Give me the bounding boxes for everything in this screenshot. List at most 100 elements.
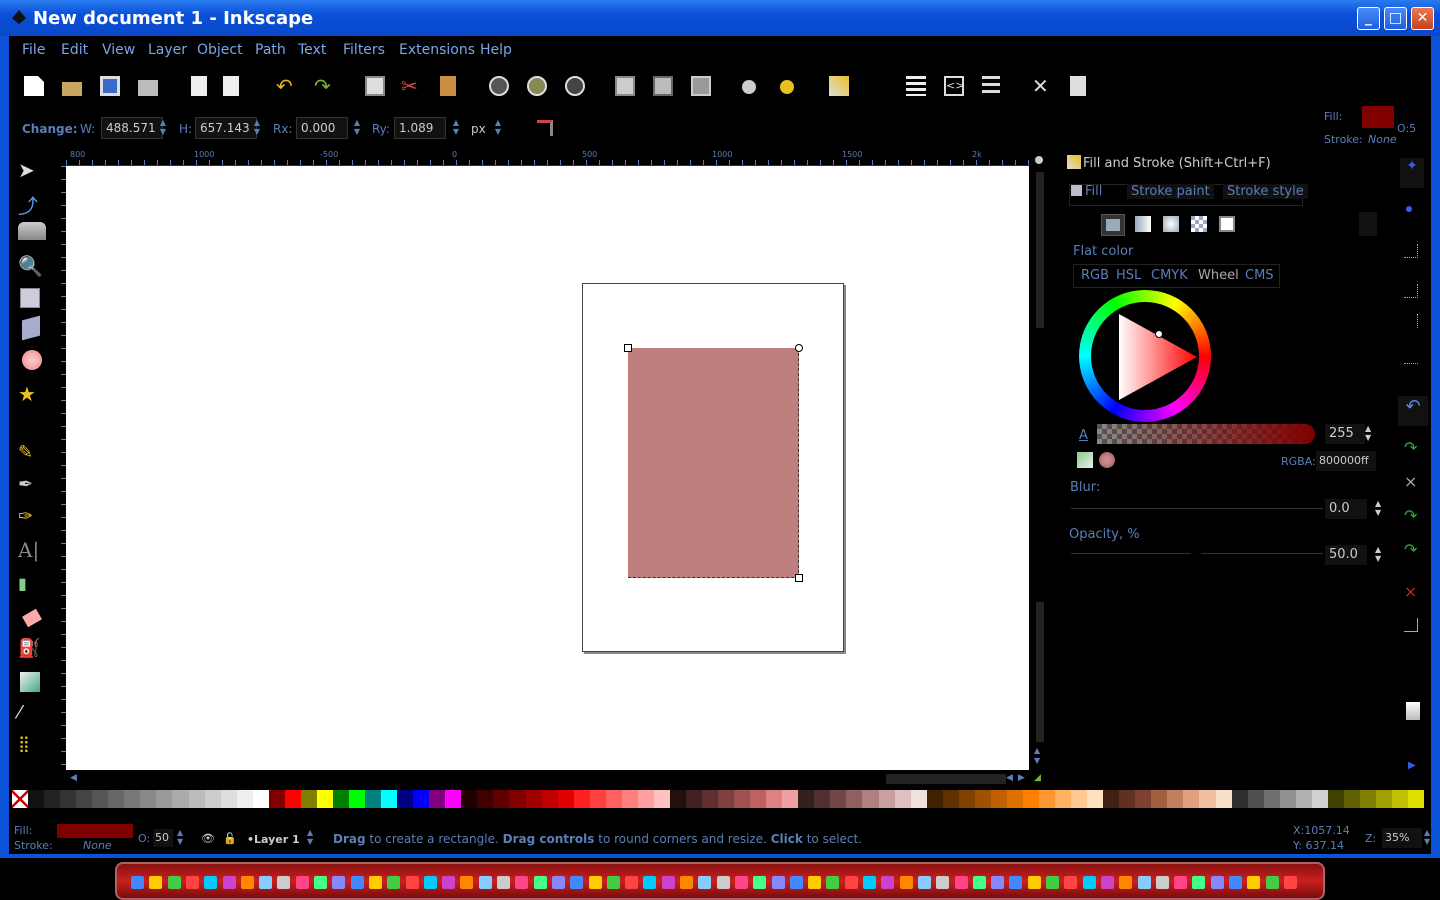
taskbar-app-icon[interactable] (1247, 876, 1261, 889)
taskbar-app-icon[interactable] (936, 876, 950, 889)
taskbar-app-icon[interactable] (606, 876, 620, 889)
height-field[interactable]: 657.143 (195, 117, 257, 139)
clone-icon[interactable] (653, 76, 673, 96)
opacity-value-field[interactable]: 50.0 (1325, 545, 1367, 565)
status-fill-swatch[interactable] (57, 824, 133, 838)
layers-icon[interactable] (906, 76, 926, 96)
taskbar-app-icon[interactable] (405, 876, 419, 889)
taskbar-app-icon[interactable] (222, 876, 236, 889)
palette-swatch[interactable] (204, 790, 221, 808)
snap-bbox-corner-icon[interactable] (1404, 284, 1418, 298)
snap-bbox-icon[interactable] (1406, 206, 1412, 212)
palette-swatch[interactable] (1215, 790, 1232, 808)
taskbar-app-icon[interactable] (588, 876, 602, 889)
taskbar-app-icon[interactable] (368, 876, 382, 889)
taskbar-app-icon[interactable] (826, 876, 840, 889)
opacity-slider-fill[interactable] (1071, 553, 1191, 554)
palette-swatch[interactable] (1103, 790, 1120, 808)
taskbar-app-icon[interactable] (881, 876, 895, 889)
palette-swatch[interactable] (1055, 790, 1072, 808)
palette-swatch[interactable] (926, 790, 943, 808)
palette-swatch[interactable] (252, 790, 269, 808)
group-icon[interactable] (742, 80, 756, 94)
palette-swatch[interactable] (1071, 790, 1088, 808)
snap-nodes-icon[interactable]: ↶ (1398, 396, 1428, 426)
scrollbar-thumb[interactable] (886, 774, 1006, 784)
palette-swatch[interactable] (1295, 790, 1312, 808)
palette-swatch[interactable] (1408, 790, 1425, 808)
palette-swatch[interactable] (718, 790, 735, 808)
taskbar-app-icon[interactable] (917, 876, 931, 889)
palette-swatch[interactable] (509, 790, 526, 808)
fill-rule-icon[interactable] (1359, 212, 1377, 236)
palette-swatch[interactable] (348, 790, 366, 808)
palette-swatch[interactable] (942, 790, 959, 808)
menu-path[interactable]: Path (255, 42, 286, 58)
align-icon[interactable] (982, 76, 1000, 96)
taskbar-app-icon[interactable] (1064, 876, 1078, 889)
palette-swatch[interactable] (1311, 790, 1328, 808)
palette-swatch[interactable] (76, 790, 93, 808)
taskbar-app-icon[interactable] (1265, 876, 1279, 889)
palette-swatch[interactable] (1263, 790, 1280, 808)
horizontal-scrollbar[interactable]: ◀ ◀ ▶ ◢ (66, 772, 1046, 786)
tab-stroke-paint[interactable]: Stroke paint (1127, 184, 1214, 199)
taskbar-app-icon[interactable] (954, 876, 968, 889)
palette-swatch[interactable] (300, 790, 317, 808)
taskbar-app-icon[interactable] (1119, 876, 1133, 889)
ellipse-tool-icon[interactable] (22, 350, 42, 370)
undo-icon[interactable]: ↶ (276, 76, 296, 96)
palette-swatch[interactable] (557, 790, 574, 808)
zoom-page-icon[interactable] (565, 76, 585, 96)
taskbar-app-icon[interactable] (1210, 876, 1224, 889)
menu-filters[interactable]: Filters (343, 42, 385, 58)
taskbar-app-icon[interactable] (1137, 876, 1151, 889)
taskbar-app-icon[interactable] (1192, 876, 1206, 889)
blur-value-field[interactable]: 0.0 (1325, 499, 1367, 519)
palette-swatch[interactable] (1135, 790, 1152, 808)
palette-swatch[interactable] (397, 790, 414, 808)
rx-spinner[interactable]: ▲ ▼ (353, 118, 361, 136)
out-of-gamut-icon[interactable] (1099, 452, 1115, 468)
taskbar-app-icon[interactable] (716, 876, 730, 889)
no-paint-swatch[interactable] (12, 790, 29, 808)
palette-swatch[interactable] (814, 790, 831, 808)
taskbar-app-icon[interactable] (423, 876, 437, 889)
palette-swatch[interactable] (734, 790, 751, 808)
palette-swatch[interactable] (493, 790, 510, 808)
dropper-tool-icon[interactable]: ⁄ (18, 702, 46, 728)
paste-icon[interactable] (440, 76, 456, 96)
resize-handle[interactable] (795, 574, 803, 582)
linear-gradient-icon[interactable] (1135, 216, 1151, 232)
save-icon[interactable] (100, 76, 120, 96)
palette-swatch[interactable] (1039, 790, 1056, 808)
opacity-slider-trough[interactable] (1201, 553, 1323, 554)
status-opacity-spinner[interactable]: ▲ ▼ (177, 828, 183, 846)
ungroup-icon[interactable] (780, 80, 794, 94)
xml-editor-icon[interactable]: <> (944, 76, 964, 96)
unlink-clone-icon[interactable] (691, 76, 711, 96)
ry-field[interactable]: 1.089 (394, 117, 446, 139)
taskbar-app-icon[interactable] (625, 876, 639, 889)
palette-swatch[interactable] (846, 790, 863, 808)
palette-swatch[interactable] (685, 790, 703, 808)
layer-dropdown-icon[interactable]: ▲ ▼ (307, 828, 313, 846)
minimize-button[interactable]: _ (1357, 7, 1380, 30)
taskbar-app-icon[interactable] (698, 876, 712, 889)
taskbar-app-icon[interactable] (789, 876, 803, 889)
eraser-tool-icon[interactable] (22, 608, 42, 628)
preferences-icon[interactable]: ✕ (1032, 76, 1052, 96)
palette-swatch[interactable] (445, 790, 462, 808)
snap-bbox-midpoint-icon[interactable] (1404, 314, 1418, 328)
snap-object-center-icon[interactable] (1404, 618, 1418, 632)
3d-box-tool-icon[interactable] (22, 315, 40, 341)
taskbar-app-icon[interactable] (1174, 876, 1188, 889)
selected-rectangle[interactable] (628, 348, 799, 578)
taskbar-app-icon[interactable] (680, 876, 693, 889)
taskbar-app-icon[interactable] (734, 876, 748, 889)
taskbar-app-icon[interactable] (753, 876, 767, 889)
snap-paths-icon[interactable]: ↷ (1404, 438, 1417, 457)
palette-swatch[interactable] (702, 790, 719, 808)
palette-swatch[interactable] (1167, 790, 1184, 808)
palette-swatch[interactable] (1151, 790, 1168, 808)
